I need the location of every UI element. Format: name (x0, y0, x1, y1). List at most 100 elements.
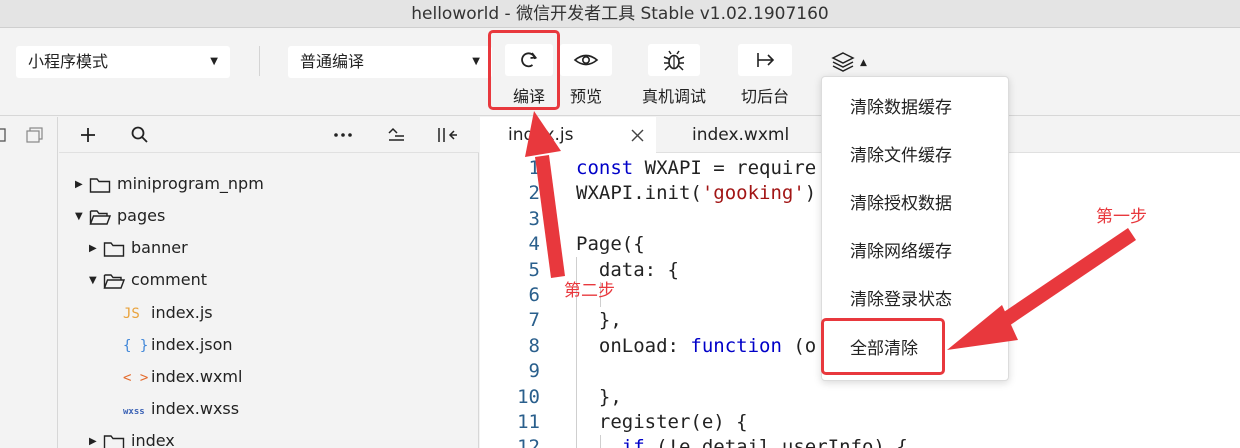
hide-panel-icon[interactable] (436, 125, 458, 145)
search-icon[interactable] (130, 125, 150, 145)
line-number: 2 (528, 182, 540, 205)
tree-folder-index[interactable]: ▶ index (89, 426, 175, 448)
tree-folder-miniprogram-npm[interactable]: ▶ miniprogram_npm (75, 169, 264, 199)
code-text: ) (804, 182, 817, 205)
background-label: 切后台 (740, 87, 789, 106)
caret-right-icon: ▶ (89, 435, 97, 447)
code-text: WXAPI.init( (576, 182, 702, 205)
line-number: 4 (528, 233, 540, 256)
tab-index-js[interactable]: index.js (480, 117, 656, 153)
device-debug-label: 真机调试 (641, 87, 706, 106)
code-text: (o (781, 334, 817, 357)
code-keyword: function (690, 334, 782, 357)
code-line: if (!e.detail.userInfo) { (576, 435, 908, 448)
tree-folder-banner[interactable]: ▶ banner (89, 233, 188, 263)
json-file-icon: { } (123, 338, 149, 354)
line-number: 5 (528, 258, 540, 281)
collapse-icon[interactable] (386, 125, 406, 145)
menu-item-clear-network-cache[interactable]: 清除网络缓存 (822, 234, 1008, 270)
activity-bar (0, 117, 58, 448)
toolbar-divider (259, 46, 260, 76)
close-icon[interactable] (631, 129, 644, 142)
tree-file-index-js[interactable]: JS index.js (123, 298, 213, 328)
tab-index-wxml[interactable]: index.wxml (692, 117, 812, 153)
explorer-toolbar (59, 117, 479, 153)
code-text: register(e) { (576, 410, 748, 433)
code-text: }, (576, 385, 622, 408)
clear-all-highlight-box (821, 318, 945, 375)
exit-arrow-icon (757, 53, 775, 67)
caret-right-icon: ▶ (89, 242, 97, 254)
mode-select-value: 小程序模式 (28, 52, 109, 71)
code-line: }, (576, 385, 908, 410)
tree-folder-comment[interactable]: ▼ comment (89, 265, 207, 295)
caret-up-icon: ▲ (860, 58, 867, 68)
code-text: (!e.detail.userInfo) { (644, 436, 908, 448)
tree-label: index.js (151, 303, 213, 322)
background-button[interactable] (738, 44, 792, 76)
line-number: 12 (517, 436, 540, 448)
tab-label: index.js (508, 125, 574, 145)
eye-icon (573, 54, 599, 66)
line-number: 9 (528, 360, 540, 383)
code-text: }, (576, 309, 622, 332)
line-number: 6 (528, 283, 540, 306)
clear-cache-button[interactable]: ▲ (830, 50, 867, 76)
layers-icon (831, 52, 855, 72)
line-numbers: 1 2 3 4 5 6 7 8 9 10 11 12 (480, 156, 540, 448)
code-text: onLoad: (576, 334, 691, 357)
mode-select[interactable]: 小程序模式 ▼ (16, 46, 230, 78)
code-text: Page({ (576, 233, 645, 256)
add-icon[interactable] (79, 126, 97, 144)
compile-select[interactable]: 普通编译 ▼ (288, 46, 492, 78)
tree-folder-pages[interactable]: ▼ pages (75, 201, 165, 231)
menu-item-clear-data-cache[interactable]: 清除数据缓存 (822, 90, 1008, 126)
wxss-file-icon: wxss (123, 407, 145, 417)
tree-label: index.wxss (151, 399, 240, 418)
menu-item-clear-file-cache[interactable]: 清除文件缓存 (822, 138, 1008, 174)
toolbar: 小程序模式 ▼ 普通编译 ▼ 编译 预览 真机调试 切后台 ▲ (0, 28, 1240, 116)
bug-icon (663, 50, 685, 71)
preview-button[interactable] (560, 44, 612, 76)
step1-label: 第一步 (1096, 207, 1147, 227)
chevron-down-icon: ▼ (472, 56, 480, 67)
window-title: helloworld - 微信开发者工具 Stable v1.02.190716… (0, 0, 1240, 28)
js-file-icon: JS (123, 306, 140, 322)
code-text: WXAPI = require (633, 157, 817, 179)
sidebar-toggle-icon[interactable] (0, 127, 8, 143)
tree-label: index.json (151, 335, 233, 354)
code-line: register(e) { (576, 410, 908, 435)
menu-item-clear-login-state[interactable]: 清除登录状态 (822, 282, 1008, 318)
caret-down-icon: ▼ (89, 274, 97, 286)
chevron-down-icon: ▼ (210, 56, 218, 67)
tree-label: miniprogram_npm (117, 174, 264, 193)
more-icon[interactable] (333, 125, 353, 145)
tree-file-index-json[interactable]: { } index.json (123, 330, 233, 360)
tree-file-index-wxss[interactable]: wxss index.wxss (123, 394, 239, 424)
folder-open-icon (89, 209, 112, 225)
compile-select-value: 普通编译 (300, 52, 365, 71)
line-number: 10 (517, 385, 540, 408)
folder-icon (103, 241, 125, 257)
tree-file-index-wxml[interactable]: < > index.wxml (123, 362, 242, 392)
file-explorer: ▶ miniprogram_npm ▼ pages ▶ banner ▼ comment… (59, 153, 479, 448)
tab-label: index.wxml (692, 125, 790, 145)
device-debug-button[interactable] (648, 44, 700, 76)
folder-icon (103, 434, 125, 448)
tree-label: index.wxml (151, 367, 243, 386)
step2-label: 第二步 (564, 281, 615, 301)
caret-right-icon: ▶ (75, 178, 83, 190)
tree-label: index (131, 431, 175, 448)
code-string: 'gooking' (701, 182, 805, 205)
tree-label: banner (131, 238, 188, 257)
tree-label: pages (117, 206, 166, 225)
folder-open-icon (103, 273, 126, 289)
pages-icon[interactable] (26, 127, 44, 143)
wxml-file-icon: < > (123, 370, 149, 386)
line-number: 1 (528, 157, 540, 179)
menu-item-clear-auth-data[interactable]: 清除授权数据 (822, 186, 1008, 222)
preview-label: 预览 (569, 87, 602, 106)
tree-label: comment (131, 270, 208, 289)
code-keyword: const (576, 157, 634, 179)
